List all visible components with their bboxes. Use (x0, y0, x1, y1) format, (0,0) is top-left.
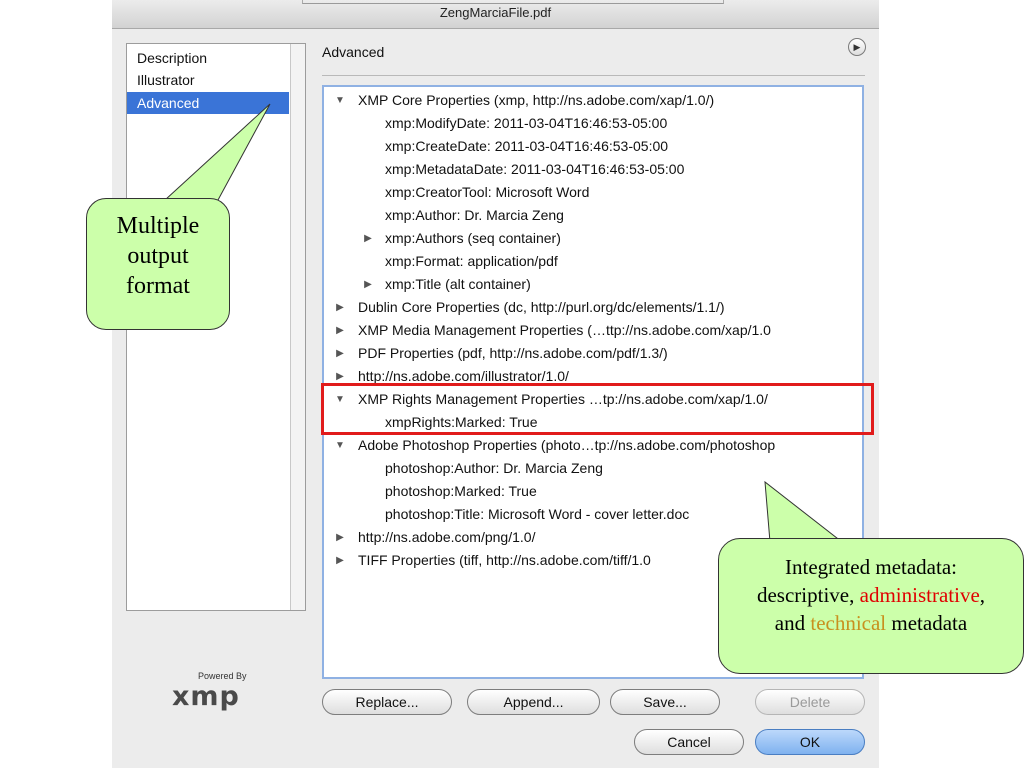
callout-left-line1: Multiple (116, 213, 200, 239)
right-callout-pointer (764, 480, 844, 543)
callout-right-line2: descriptive, administrative, (719, 581, 1023, 609)
callout-multiple-output-format: Multiple output format (86, 198, 230, 330)
callout-metadata: metadata (891, 611, 968, 635)
callout-descriptive: descriptive, (756, 583, 855, 607)
callout-comma: , (979, 583, 986, 607)
callout-administrative: administrative (859, 583, 980, 607)
rights-management-highlight-box (321, 383, 874, 435)
callout-integrated-metadata: Integrated metadata: descriptive, admini… (718, 538, 1024, 674)
callout-right-line3: and technical metadata (719, 609, 1023, 637)
callout-left-line3: format (126, 273, 190, 299)
callout-and: and (774, 611, 806, 635)
left-callout-pointer (163, 103, 271, 201)
callout-left-line2: output (127, 243, 189, 269)
callout-right-line1: Integrated metadata: (785, 555, 957, 579)
callout-technical: technical (810, 611, 887, 635)
